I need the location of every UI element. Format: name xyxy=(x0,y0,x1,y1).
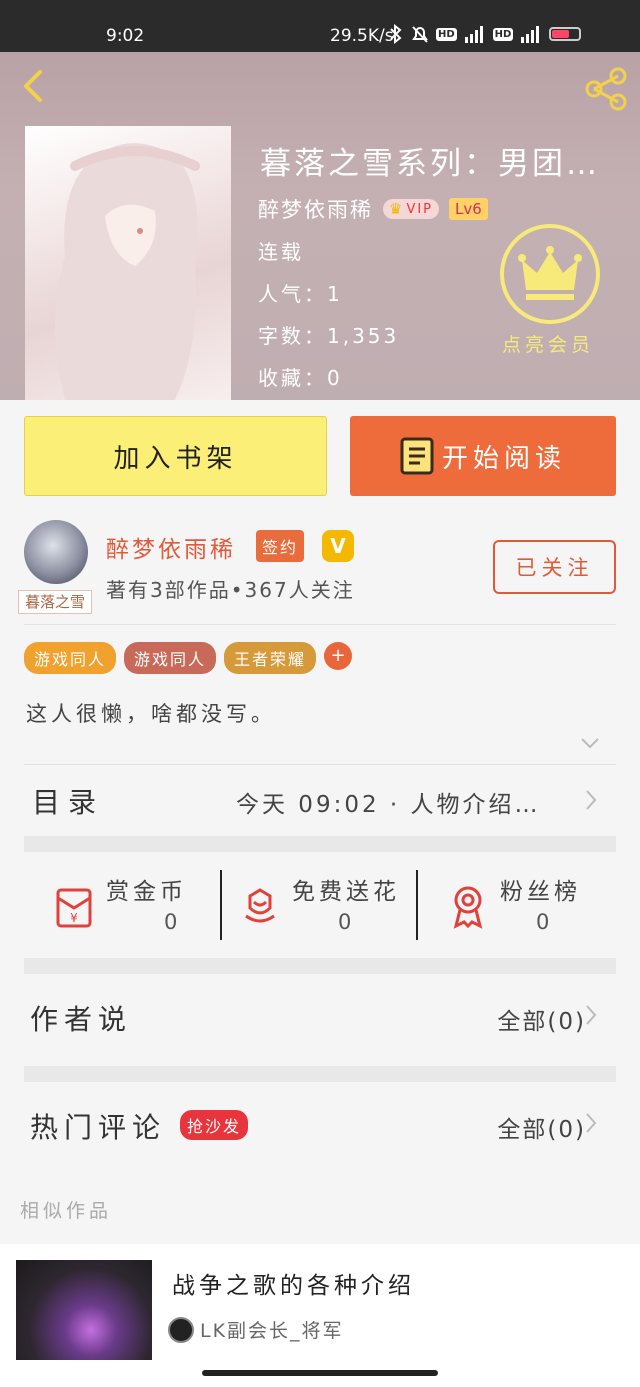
gift-label: 赏金币 xyxy=(106,879,187,905)
author-stats: 著有3部作品•367人关注 xyxy=(106,578,355,602)
signal-icon xyxy=(521,26,540,43)
share-icon[interactable] xyxy=(582,66,630,112)
gift-label: 免费送花 xyxy=(292,879,400,905)
gift-count: 0 xyxy=(536,910,550,934)
author-name[interactable]: 醉梦依雨稀 xyxy=(106,530,236,564)
flower-icon xyxy=(245,888,275,923)
toc-row[interactable]: 目录 今天 09:02 · 人物介绍… xyxy=(24,764,616,834)
reward-coins-button[interactable]: ¥ 赏金币 0 xyxy=(50,870,220,942)
book-icon xyxy=(400,437,434,475)
similar-work-title: 战争之歌的各种介绍 xyxy=(172,1273,415,1299)
status-icons: HD HD xyxy=(388,24,582,44)
author-says-label: 作者说 xyxy=(30,1003,133,1036)
similar-work-item[interactable]: 战争之歌的各种介绍 LK副会长_将军 xyxy=(0,1244,640,1387)
tag-item[interactable]: 游戏同人 xyxy=(124,642,217,674)
author-bio: 这人很懒，啥都没写。 xyxy=(26,702,276,726)
member-label[interactable]: 点亮会员 xyxy=(502,330,594,357)
divider xyxy=(24,624,616,625)
book-word-count: 字数：1,353 xyxy=(258,324,400,348)
add-to-shelf-button[interactable]: 加入书架 xyxy=(24,416,327,496)
book-status: 连载 xyxy=(258,240,304,264)
author-says-row[interactable]: 作者说 全部(0) xyxy=(24,972,616,1062)
view-all-link[interactable]: 全部(0) xyxy=(497,1002,586,1036)
status-bar: 9:02 29.5K/s HD HD xyxy=(0,0,640,52)
fan-ranking-button[interactable]: 粉丝榜 0 xyxy=(444,870,614,942)
hd-icon: HD xyxy=(436,27,457,41)
avatar-tag: 暮落之雪 xyxy=(18,590,92,614)
crown-icon xyxy=(518,246,582,300)
section-gap xyxy=(24,836,616,852)
similar-work-author-row: LK副会长_将军 xyxy=(168,1316,344,1343)
vip-badge: ♛ VIP xyxy=(383,199,440,219)
start-reading-label: 开始阅读 xyxy=(441,443,566,474)
similar-works-label: 相似作品 xyxy=(20,1200,113,1222)
divider xyxy=(220,870,222,940)
view-all-link[interactable]: 全部(0) xyxy=(497,1110,586,1144)
similar-work-author: LK副会长_将军 xyxy=(200,1320,344,1342)
book-favorites: 收藏：0 xyxy=(258,366,343,390)
svg-text:¥: ¥ xyxy=(70,911,78,925)
add-tag-button[interactable]: + xyxy=(324,642,353,670)
battery-icon xyxy=(549,27,582,41)
hot-comments-row[interactable]: 热门评论 抢沙发 全部(0) xyxy=(24,1080,616,1170)
mute-bell-icon xyxy=(412,26,428,43)
signal-icon xyxy=(464,26,483,43)
verified-v-badge: V xyxy=(322,530,354,562)
send-flower-button[interactable]: 免费送花 0 xyxy=(236,870,416,942)
start-reading-button[interactable]: 开始阅读 xyxy=(350,416,616,496)
book-title: 暮落之雪系列：男团… xyxy=(260,146,600,182)
gift-label: 粉丝榜 xyxy=(500,879,581,905)
hot-comments-label: 热门评论 xyxy=(30,1111,167,1144)
hd-icon: HD xyxy=(492,27,514,41)
divider xyxy=(416,870,418,940)
crown-icon: ♛ xyxy=(389,200,405,218)
book-cover[interactable] xyxy=(25,126,231,400)
chevron-right-icon xyxy=(586,1113,597,1133)
toc-latest: 今天 09:02 · 人物介绍… xyxy=(236,792,541,818)
avatar xyxy=(168,1316,194,1343)
red-envelope-icon: ¥ xyxy=(56,888,92,928)
gift-count: 0 xyxy=(164,910,178,934)
follow-button[interactable]: 已关注 xyxy=(493,540,616,594)
signed-badge: 签约 xyxy=(256,530,305,562)
level-badge: Lv6 xyxy=(449,198,488,220)
back-arrow-icon[interactable] xyxy=(14,66,54,106)
member-crown-button[interactable] xyxy=(500,224,600,324)
ribbon-medal-icon xyxy=(453,886,483,929)
book-author[interactable]: 醉梦依雨稀 xyxy=(258,194,373,224)
author-avatar[interactable] xyxy=(24,520,88,584)
gift-bar: ¥ 赏金币 0 免费送花 0 粉丝榜 0 xyxy=(24,852,616,958)
book-header: 暮落之雪系列：男团… 醉梦依雨稀 ♛ VIP Lv6 连载 人气：1 字数：1,3… xyxy=(0,52,640,400)
chevron-down-icon[interactable] xyxy=(580,736,600,750)
home-indicator[interactable] xyxy=(202,1370,438,1376)
tag-item[interactable]: 游戏同人 xyxy=(24,642,117,674)
similar-work-cover xyxy=(16,1260,152,1360)
first-comment-badge[interactable]: 抢沙发 xyxy=(180,1110,249,1140)
book-popularity: 人气：1 xyxy=(258,282,343,306)
book-author-row: 醉梦依雨稀 ♛ VIP Lv6 xyxy=(258,194,488,224)
chevron-right-icon xyxy=(586,790,597,810)
network-speed: 29.5K/s xyxy=(330,26,394,46)
tag-item[interactable]: 王者荣耀 xyxy=(224,642,317,674)
bluetooth-icon xyxy=(390,24,402,44)
toc-label: 目录 xyxy=(32,786,105,819)
status-time: 9:02 xyxy=(106,26,145,46)
chevron-right-icon xyxy=(586,1005,597,1025)
cover-illustration xyxy=(55,143,200,400)
gift-count: 0 xyxy=(338,910,352,934)
tag-list: 游戏同人 游戏同人 王者荣耀 + xyxy=(24,642,353,674)
